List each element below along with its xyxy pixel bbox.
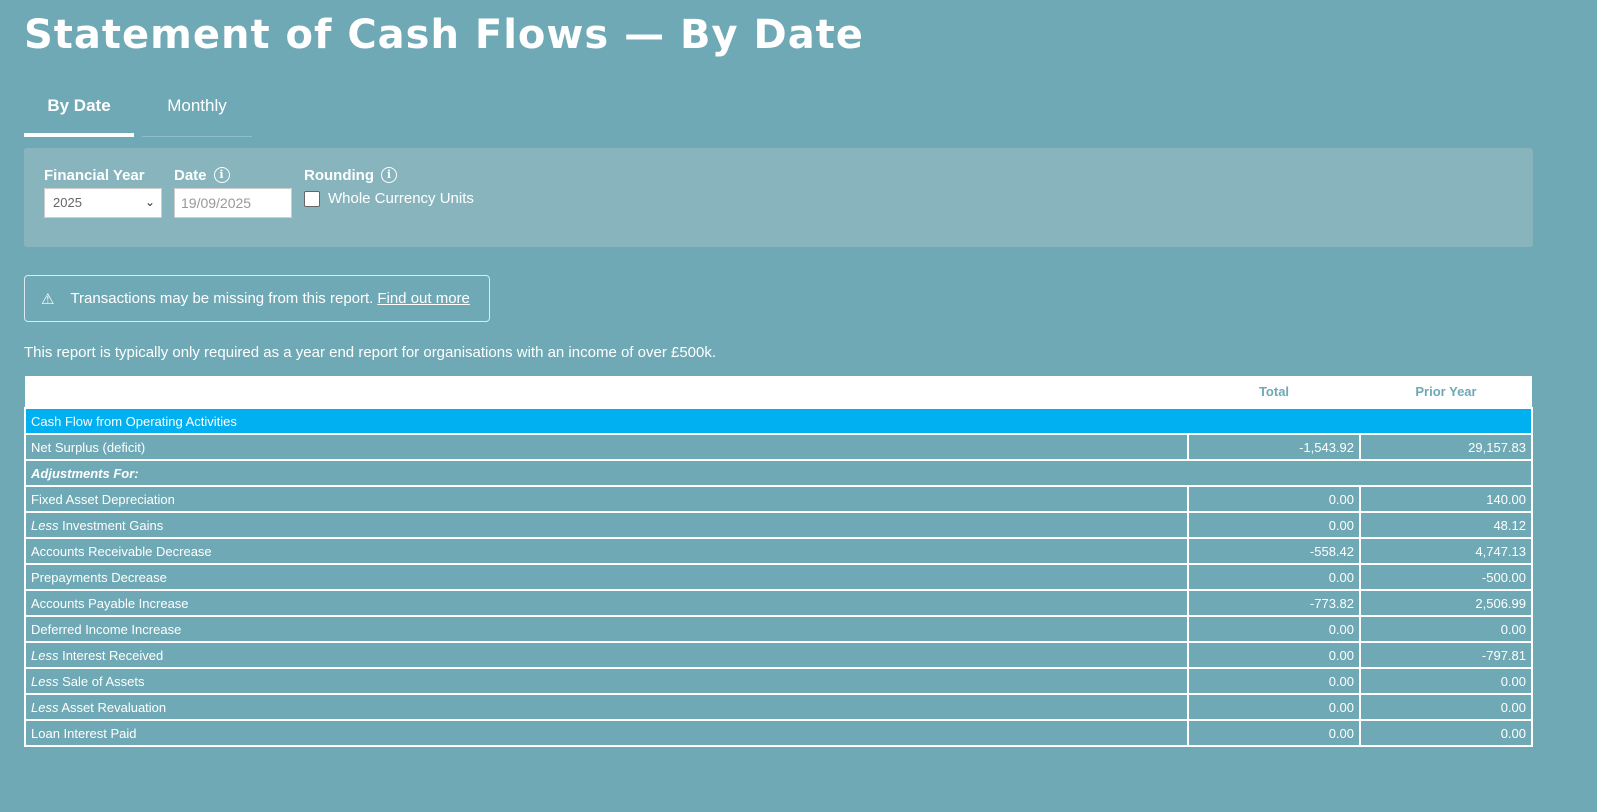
row-total: -773.82 — [1187, 589, 1361, 617]
column-header-label — [25, 376, 1188, 408]
table-row: Less Asset Revaluation 0.00 0.00 — [24, 693, 1533, 721]
row-prior-year: -500.00 — [1359, 563, 1533, 591]
alert-text: Transactions may be missing from this re… — [70, 290, 374, 307]
row-label: Less Asset Revaluation — [24, 693, 1189, 721]
row-label: Deferred Income Increase — [24, 615, 1189, 643]
adjustments-label: Adjustments For: — [24, 459, 1533, 487]
row-total: 0.00 — [1187, 615, 1361, 643]
cash-flow-table: Total Prior Year Cash Flow from Operatin… — [24, 376, 1533, 747]
row-prior-year: 140.00 — [1359, 485, 1533, 513]
row-label: Net Surplus (deficit) — [24, 433, 1189, 461]
date-input[interactable]: 19/09/2025 — [174, 188, 292, 218]
table-row: Prepayments Decrease 0.00 -500.00 — [24, 563, 1533, 591]
row-prior-year: 0.00 — [1359, 719, 1533, 747]
row-prior-year: 48.12 — [1359, 511, 1533, 539]
row-label: Less Sale of Assets — [24, 667, 1189, 695]
financial-year-field: Financial Year 2025 ⌄ — [44, 166, 162, 218]
financial-year-label: Financial Year — [44, 166, 145, 184]
tab-monthly[interactable]: Monthly — [142, 88, 252, 137]
info-icon[interactable]: i — [380, 167, 397, 183]
row-label-text: Sale of Assets — [58, 673, 145, 689]
table-row: Deferred Income Increase 0.00 0.00 — [24, 615, 1533, 643]
page-title: Statement of Cash Flows — By Date — [24, 12, 864, 58]
table-row: Less Investment Gains 0.00 48.12 — [24, 511, 1533, 539]
table-row: Less Sale of Assets 0.00 0.00 — [24, 667, 1533, 695]
row-total: 0.00 — [1187, 667, 1361, 695]
row-prior-year: 0.00 — [1359, 693, 1533, 721]
row-prior-year: -797.81 — [1359, 641, 1533, 669]
row-prefix: Less — [31, 673, 59, 689]
tab-bar: By Date Monthly — [24, 88, 252, 137]
row-label-text: Fixed Asset Depreciation — [31, 491, 175, 507]
row-total: 0.00 — [1187, 693, 1361, 721]
table-row: Net Surplus (deficit) -1,543.92 29,157.8… — [24, 433, 1533, 461]
rounding-field: Rounding i Whole Currency Units — [304, 166, 474, 207]
whole-currency-label: Whole Currency Units — [328, 190, 474, 207]
row-label: Prepayments Decrease — [24, 563, 1189, 591]
column-header-prior-year: Prior Year — [1360, 376, 1532, 408]
row-total: 0.00 — [1187, 719, 1361, 747]
row-label-text: Prepayments Decrease — [31, 569, 167, 585]
row-prefix: Less — [31, 699, 59, 715]
table-row: Accounts Payable Increase -773.82 2,506.… — [24, 589, 1533, 617]
whole-currency-option: Whole Currency Units — [304, 190, 474, 207]
find-out-more-link[interactable]: Find out more — [377, 290, 470, 307]
row-prior-year: 0.00 — [1359, 667, 1533, 695]
section-label: Cash Flow from Operating Activities — [24, 407, 1533, 435]
column-header-total: Total — [1188, 376, 1360, 408]
row-prefix: Less — [31, 517, 59, 533]
date-label: Date — [174, 166, 207, 184]
row-prior-year: 4,747.13 — [1359, 537, 1533, 565]
report-note: This report is typically only required a… — [24, 344, 717, 361]
row-label-text: Accounts Receivable Decrease — [31, 543, 212, 559]
rounding-label: Rounding — [304, 166, 374, 184]
row-label: Accounts Receivable Decrease — [24, 537, 1189, 565]
row-total: -1,543.92 — [1187, 433, 1361, 461]
chevron-down-icon: ⌄ — [144, 195, 155, 209]
table-row: Accounts Receivable Decrease -558.42 4,7… — [24, 537, 1533, 565]
missing-transactions-alert: ⚠ Transactions may be missing from this … — [24, 275, 490, 322]
row-prefix: Less — [31, 647, 59, 663]
row-label-text: Loan Interest Paid — [31, 725, 137, 741]
filter-panel: Financial Year 2025 ⌄ Date i 19/09/2025 … — [24, 148, 1533, 247]
row-prior-year: 2,506.99 — [1359, 589, 1533, 617]
row-label-text: Asset Revaluation — [58, 699, 167, 715]
whole-currency-checkbox[interactable] — [304, 190, 320, 207]
row-label: Less Interest Received — [24, 641, 1189, 669]
warning-icon: ⚠ — [41, 290, 55, 308]
row-label: Loan Interest Paid — [24, 719, 1189, 747]
row-label-text: Investment Gains — [58, 517, 164, 533]
tab-by-date[interactable]: By Date — [24, 88, 134, 137]
row-label-text: Interest Received — [58, 647, 164, 663]
row-total: 0.00 — [1187, 485, 1361, 513]
table-row: Less Interest Received 0.00 -797.81 — [24, 641, 1533, 669]
info-icon[interactable]: i — [213, 167, 230, 183]
date-label-row: Date i — [174, 166, 292, 184]
table-row: Fixed Asset Depreciation 0.00 140.00 — [24, 485, 1533, 513]
row-prior-year: 0.00 — [1359, 615, 1533, 643]
table-row: Loan Interest Paid 0.00 0.00 — [24, 719, 1533, 747]
date-field: Date i 19/09/2025 — [174, 166, 292, 218]
rounding-label-row: Rounding i — [304, 166, 474, 184]
section-row: Cash Flow from Operating Activities — [24, 407, 1533, 435]
row-label-text: Accounts Payable Increase — [31, 595, 189, 611]
row-prior-year: 29,157.83 — [1359, 433, 1533, 461]
financial-year-value: 2025 — [53, 195, 82, 210]
row-label-text: Deferred Income Increase — [31, 621, 182, 637]
row-label: Accounts Payable Increase — [24, 589, 1189, 617]
row-total: 0.00 — [1187, 511, 1361, 539]
row-label: Less Investment Gains — [24, 511, 1189, 539]
row-total: 0.00 — [1187, 563, 1361, 591]
table-header-row: Total Prior Year — [25, 376, 1532, 408]
row-total: -558.42 — [1187, 537, 1361, 565]
row-total: 0.00 — [1187, 641, 1361, 669]
adjustments-row: Adjustments For: — [24, 459, 1533, 487]
row-label: Fixed Asset Depreciation — [24, 485, 1189, 513]
financial-year-select[interactable]: 2025 ⌄ — [44, 188, 162, 218]
